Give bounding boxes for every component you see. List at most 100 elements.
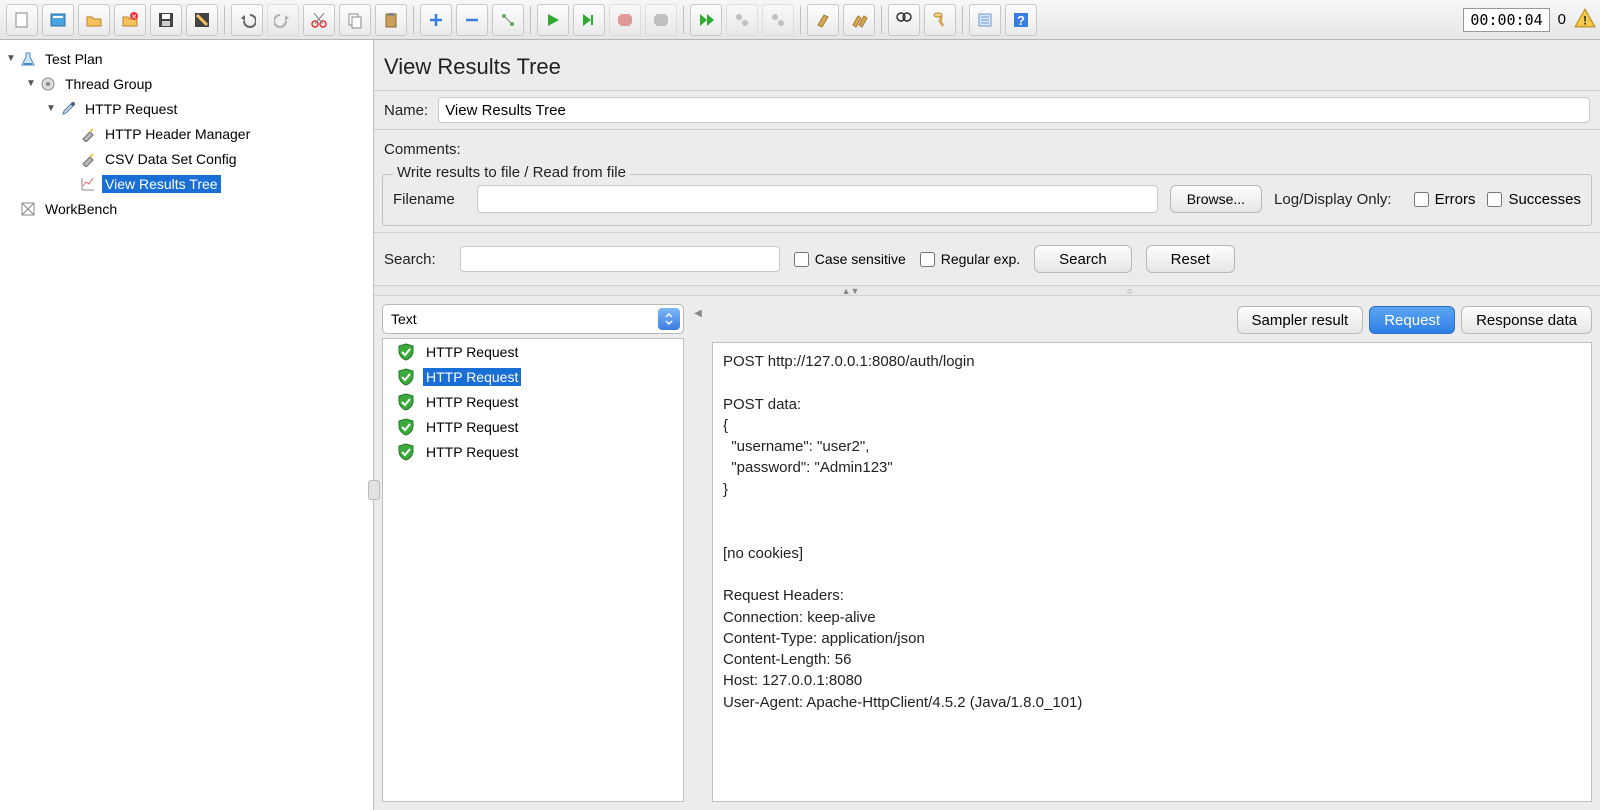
templates-icon[interactable] <box>42 4 74 36</box>
wrench-icon <box>78 149 98 169</box>
comments-row: Comments: <box>374 129 1600 168</box>
tree-label: HTTP Header Manager <box>102 125 253 143</box>
tab-sampler-result[interactable]: Sampler result <box>1237 306 1364 334</box>
clear-icon[interactable] <box>807 4 839 36</box>
result-item[interactable]: HTTP Request <box>383 414 683 439</box>
search-button[interactable]: Search <box>1034 245 1132 273</box>
timer-display: 00:00:04 <box>1463 8 1549 32</box>
svg-text:?: ? <box>1017 13 1025 28</box>
toolbar: ✕ ? 00:00:04 0 ! <box>0 0 1600 40</box>
search-input[interactable] <box>460 246 780 272</box>
name-input[interactable] <box>438 97 1590 123</box>
file-fieldset: Write results to file / Read from file F… <box>382 174 1592 226</box>
save-icon[interactable] <box>150 4 182 36</box>
open-icon[interactable] <box>78 4 110 36</box>
search-row: Search: Case sensitive Regular exp. Sear… <box>374 232 1600 286</box>
comments-label: Comments: <box>384 141 461 158</box>
dropper-icon <box>58 99 78 119</box>
tree-label: HTTP Request <box>82 100 180 118</box>
undo-icon[interactable] <box>231 4 263 36</box>
sidebar-splitter[interactable] <box>368 480 380 500</box>
start-icon[interactable] <box>537 4 569 36</box>
filename-input[interactable] <box>477 185 1158 213</box>
wrench-icon <box>78 124 98 144</box>
success-shield-icon <box>397 368 415 386</box>
gear-icon <box>38 74 58 94</box>
function-helper-icon[interactable] <box>969 4 1001 36</box>
toggle-icon[interactable] <box>492 4 524 36</box>
result-item[interactable]: HTTP Request <box>383 389 683 414</box>
regex-checkbox[interactable]: Regular exp. <box>920 251 1020 267</box>
remote-start-icon[interactable] <box>690 4 722 36</box>
tree-node-workbench[interactable]: WorkBench <box>2 196 371 221</box>
detail-tabs: Sampler result Request Response data <box>712 304 1592 342</box>
horizontal-splitter[interactable]: ▲▼ ○ <box>374 286 1600 296</box>
remote-shutdown-icon[interactable] <box>762 4 794 36</box>
new-icon[interactable] <box>6 4 38 36</box>
success-shield-icon <box>397 393 415 411</box>
tree-node-http-request[interactable]: ▼ HTTP Request <box>2 96 371 121</box>
name-label: Name: <box>384 102 428 119</box>
tree-node-header-manager[interactable]: HTTP Header Manager <box>2 121 371 146</box>
save-as-icon[interactable] <box>186 4 218 36</box>
cut-icon[interactable] <box>303 4 335 36</box>
close-icon[interactable]: ✕ <box>114 4 146 36</box>
fieldset-legend: Write results to file / Read from file <box>393 164 630 181</box>
stop-icon[interactable] <box>609 4 641 36</box>
graph-icon <box>78 174 98 194</box>
tab-request[interactable]: Request <box>1369 306 1455 334</box>
name-row: Name: <box>374 90 1600 129</box>
success-shield-icon <box>397 418 415 436</box>
reset-search-icon[interactable] <box>924 4 956 36</box>
redo-icon[interactable] <box>267 4 299 36</box>
tree-label: Thread Group <box>62 75 155 93</box>
workbench-icon <box>18 199 38 219</box>
search-icon[interactable] <box>888 4 920 36</box>
renderer-combo[interactable]: Text <box>382 304 684 334</box>
test-plan-tree[interactable]: ▼ Test Plan ▼ Thread Group ▼ HTTP Reques… <box>0 40 374 810</box>
remote-stop-icon[interactable] <box>726 4 758 36</box>
success-shield-icon <box>397 343 415 361</box>
expand-icon[interactable] <box>420 4 452 36</box>
main-panel: View Results Tree Name: Comments: Write … <box>374 40 1600 810</box>
clear-all-icon[interactable] <box>843 4 875 36</box>
collapse-icon[interactable] <box>456 4 488 36</box>
tree-label: CSV Data Set Config <box>102 150 240 168</box>
successes-checkbox[interactable]: Successes <box>1487 191 1581 208</box>
tree-label: Test Plan <box>42 50 106 68</box>
results-left-panel: Text HTTP Request HTTP Request HTTP Requ… <box>382 304 684 802</box>
tree-node-csv-config[interactable]: CSV Data Set Config <box>2 146 371 171</box>
toggle-icon[interactable]: ▼ <box>4 53 18 64</box>
result-list[interactable]: HTTP Request HTTP Request HTTP Request H… <box>382 338 684 802</box>
thread-count: 0 <box>1558 11 1566 28</box>
tree-label: View Results Tree <box>102 175 221 193</box>
flask-icon <box>18 49 38 69</box>
toggle-icon[interactable]: ▼ <box>24 78 38 89</box>
shutdown-icon[interactable] <box>645 4 677 36</box>
result-item[interactable]: HTTP Request <box>383 364 683 389</box>
copy-icon[interactable] <box>339 4 371 36</box>
reset-button[interactable]: Reset <box>1146 245 1235 273</box>
vertical-splitter[interactable]: ◀ <box>692 304 704 802</box>
svg-text:✕: ✕ <box>131 14 137 21</box>
warning-icon[interactable]: ! <box>1574 7 1596 32</box>
start-no-pause-icon[interactable] <box>573 4 605 36</box>
help-icon[interactable]: ? <box>1005 4 1037 36</box>
search-label: Search: <box>384 251 436 268</box>
tab-response-data[interactable]: Response data <box>1461 306 1592 334</box>
result-item[interactable]: HTTP Request <box>383 439 683 464</box>
chevron-updown-icon <box>658 308 680 330</box>
results-right-panel: Sampler result Request Response data POS… <box>712 304 1592 802</box>
success-shield-icon <box>397 443 415 461</box>
logdisplay-label: Log/Display Only: <box>1274 191 1392 208</box>
toggle-icon[interactable]: ▼ <box>44 103 58 114</box>
tree-node-test-plan[interactable]: ▼ Test Plan <box>2 46 371 71</box>
case-sensitive-checkbox[interactable]: Case sensitive <box>794 251 906 267</box>
tree-node-view-results-tree[interactable]: View Results Tree <box>2 171 371 196</box>
browse-button[interactable]: Browse... <box>1170 185 1262 213</box>
result-item[interactable]: HTTP Request <box>383 339 683 364</box>
errors-checkbox[interactable]: Errors <box>1414 191 1476 208</box>
paste-icon[interactable] <box>375 4 407 36</box>
tree-node-thread-group[interactable]: ▼ Thread Group <box>2 71 371 96</box>
request-details-text[interactable]: POST http://127.0.0.1:8080/auth/login PO… <box>712 342 1592 802</box>
